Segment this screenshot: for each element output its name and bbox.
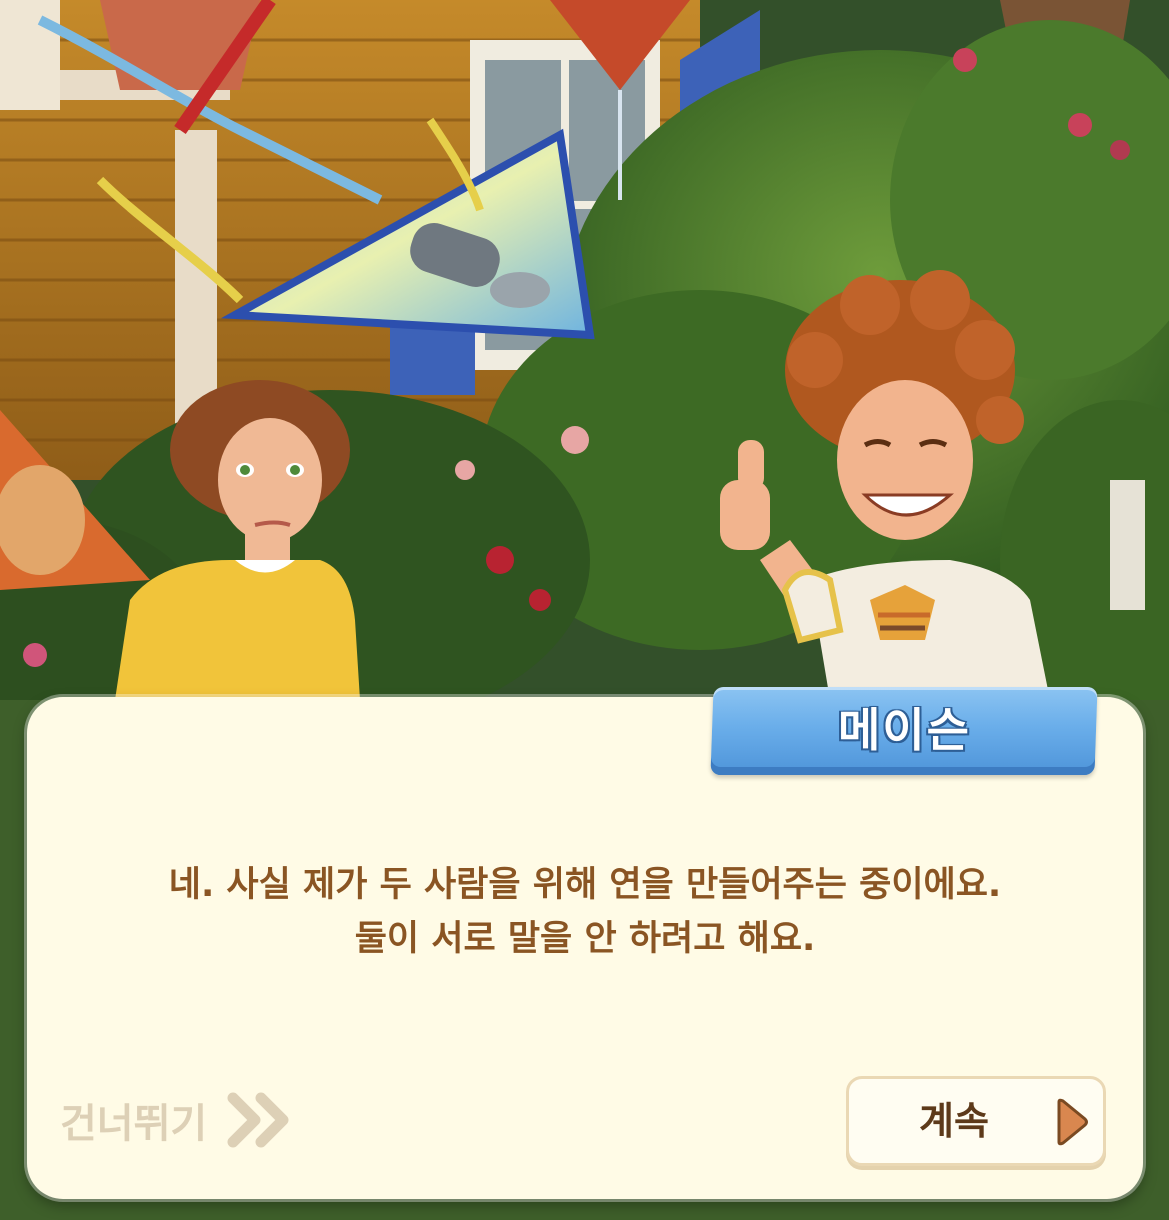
speaker-name-tag: 메이슨 bbox=[710, 687, 1098, 775]
skip-label: 건너뛰기 bbox=[60, 1101, 208, 1147]
speaker-name: 메이슨 bbox=[837, 703, 971, 757]
continue-button[interactable]: 계속 bbox=[846, 1076, 1106, 1166]
dialog-text: 네. 사실 제가 두 사람을 위해 연을 만들어주는 중이에요. 둘이 서로 말… bbox=[27, 858, 1143, 966]
skip-button[interactable]: 건너뛰기 bbox=[60, 1090, 295, 1150]
continue-label: 계속 bbox=[919, 1099, 989, 1143]
dialog-line: 네. 사실 제가 두 사람을 위해 연을 만들어주는 중이에요. bbox=[168, 865, 1002, 905]
double-chevron-right-icon bbox=[227, 1092, 289, 1148]
dialog-line: 둘이 서로 말을 안 하려고 해요. bbox=[354, 919, 816, 959]
play-arrow-icon bbox=[1057, 1098, 1088, 1146]
